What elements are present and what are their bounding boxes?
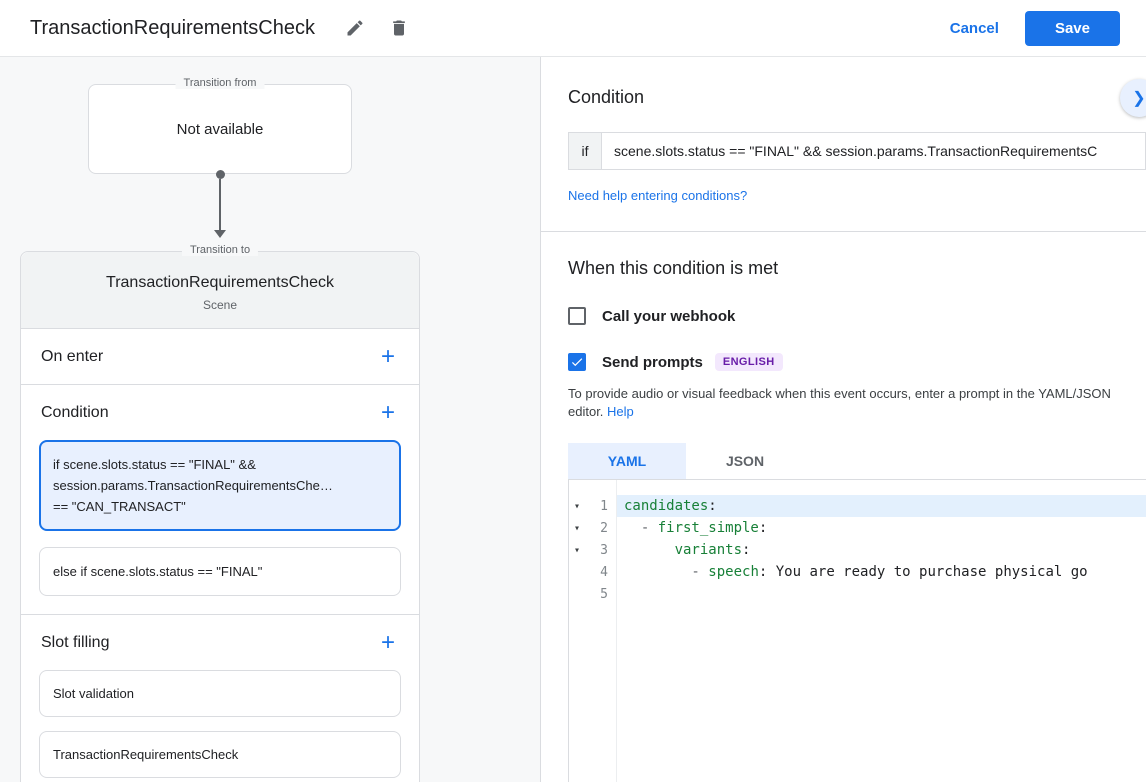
slot-card-transaction[interactable]: TransactionRequirementsCheck bbox=[39, 731, 401, 778]
collapse-arrow-icon[interactable]: ▾ bbox=[569, 523, 587, 534]
condition-section: Condition + if scene.slots.status == "FI… bbox=[21, 385, 419, 615]
transition-arrow bbox=[213, 170, 227, 238]
editor-code-area[interactable]: candidates: - first_simple: variants: - … bbox=[617, 480, 1146, 782]
condition-label: Condition bbox=[41, 403, 109, 421]
scene-card: Transition to TransactionRequirementsChe… bbox=[20, 244, 420, 782]
scene-type: Scene bbox=[202, 298, 238, 312]
editor-tabs: YAML JSON bbox=[568, 443, 1146, 479]
webhook-checkbox[interactable] bbox=[568, 307, 586, 325]
line-number: 3 bbox=[600, 542, 608, 558]
edit-icon[interactable] bbox=[337, 10, 373, 46]
gutter-row: ▾ 2 bbox=[569, 517, 616, 539]
scene-graph-panel: Transition from Not available Transition… bbox=[0, 57, 541, 782]
panel-divider bbox=[541, 231, 1146, 232]
transition-from-value: Not available bbox=[176, 120, 264, 138]
transition-to-label: Transition to bbox=[181, 244, 259, 256]
add-condition-button[interactable]: + bbox=[377, 397, 399, 429]
language-badge: ENGLISH bbox=[714, 353, 783, 371]
if-label: if bbox=[568, 132, 602, 170]
code-line-5[interactable] bbox=[617, 583, 1146, 605]
scene-card-header[interactable]: TransactionRequirementsCheck Scene bbox=[21, 252, 419, 329]
gutter-row: ▾ 1 bbox=[569, 495, 616, 517]
code-line-2[interactable]: - first_simple: bbox=[617, 517, 1146, 539]
line-number: 4 bbox=[600, 564, 608, 580]
send-prompts-checkbox[interactable] bbox=[568, 353, 586, 371]
header: TransactionRequirementsCheck Cancel Save bbox=[0, 0, 1146, 57]
chevron-right-icon: ❯ bbox=[1132, 90, 1146, 107]
condition-panel-title: Condition bbox=[568, 87, 645, 107]
slot-filling-label: Slot filling bbox=[41, 633, 110, 651]
conditions-help-link[interactable]: Need help entering conditions? bbox=[568, 188, 747, 203]
collapse-arrow-icon[interactable]: ▾ bbox=[569, 545, 587, 556]
line-number: 5 bbox=[600, 586, 608, 602]
condition-card[interactable]: else if scene.slots.status == "FINAL" bbox=[39, 547, 401, 596]
collapse-arrow-icon[interactable]: ▾ bbox=[569, 501, 587, 512]
page-title: TransactionRequirementsCheck bbox=[30, 16, 315, 39]
on-enter-section: On enter + bbox=[21, 329, 419, 385]
send-prompts-row: Send prompts ENGLISH bbox=[568, 353, 1146, 371]
condition-expression-row: if bbox=[568, 132, 1146, 170]
add-on-enter-button[interactable]: + bbox=[377, 341, 399, 373]
gutter-row: 5 bbox=[569, 583, 616, 605]
send-prompts-label: Send prompts bbox=[602, 353, 703, 371]
code-line-3[interactable]: variants: bbox=[617, 539, 1146, 561]
arrow-dot bbox=[215, 170, 225, 179]
help-link[interactable]: Help bbox=[607, 404, 634, 419]
delete-icon[interactable] bbox=[381, 10, 417, 46]
transition-from-label: Transition from bbox=[175, 77, 265, 89]
condition-expression-input[interactable] bbox=[601, 132, 1146, 170]
slot-filling-section: Slot filling + Slot validation Transacti… bbox=[21, 615, 419, 782]
collapse-panel-button[interactable]: ❯ bbox=[1120, 79, 1146, 117]
on-enter-label: On enter bbox=[41, 347, 104, 365]
cancel-button[interactable]: Cancel bbox=[950, 20, 999, 37]
line-number: 2 bbox=[600, 520, 608, 536]
checkmark-icon bbox=[571, 358, 583, 367]
prompt-help-body: To provide audio or visual feedback when… bbox=[568, 386, 1111, 419]
code-line-1[interactable]: candidates: bbox=[617, 495, 1146, 517]
transition-from-card: Transition from Not available bbox=[88, 77, 352, 174]
trash-icon bbox=[393, 20, 405, 36]
scene-name: TransactionRequirementsCheck bbox=[106, 274, 334, 291]
gutter-row: ▾ 3 bbox=[569, 539, 616, 561]
condition-card-selected[interactable]: if scene.slots.status == "FINAL" && sess… bbox=[39, 440, 401, 531]
code-line-4[interactable]: - speech: You are ready to purchase phys… bbox=[617, 561, 1146, 583]
line-number: 1 bbox=[600, 498, 608, 514]
editor-gutter: ▾ 1 ▾ 2 ▾ 3 4 5 bbox=[569, 480, 617, 782]
prompt-help-text: To provide audio or visual feedback when… bbox=[568, 385, 1133, 421]
arrow-line bbox=[219, 179, 221, 230]
tab-yaml[interactable]: YAML bbox=[568, 443, 686, 479]
arrow-head-icon bbox=[214, 230, 226, 238]
tab-json[interactable]: JSON bbox=[686, 443, 804, 479]
scene-editor-app: TransactionRequirementsCheck Cancel Save… bbox=[0, 0, 1146, 782]
condition-detail-panel: ❯ Condition if Need help entering condit… bbox=[541, 57, 1146, 782]
yaml-editor[interactable]: ▾ 1 ▾ 2 ▾ 3 4 5 candidates: - first_simp… bbox=[568, 479, 1146, 782]
add-slot-button[interactable]: + bbox=[377, 627, 399, 659]
gutter-row: 4 bbox=[569, 561, 616, 583]
webhook-label: Call your webhook bbox=[602, 307, 736, 325]
slot-card-validation[interactable]: Slot validation bbox=[39, 670, 401, 717]
when-met-title: When this condition is met bbox=[568, 258, 779, 278]
save-button[interactable]: Save bbox=[1024, 10, 1120, 46]
webhook-row: Call your webhook bbox=[568, 307, 1146, 325]
pencil-icon bbox=[347, 20, 363, 36]
